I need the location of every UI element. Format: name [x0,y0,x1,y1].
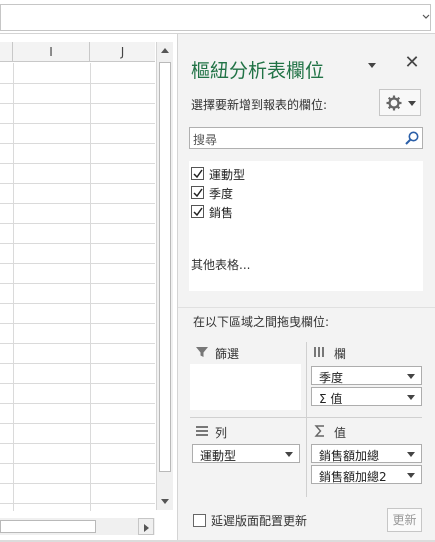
formula-input[interactable] [0,4,431,31]
field-checkbox[interactable] [191,167,204,180]
values-field-chip[interactable]: 銷售額加總 [311,444,422,463]
search-icon[interactable] [404,130,420,146]
grid-line [0,463,155,464]
area-separator [306,342,307,497]
rows-field-chip[interactable]: 運動型 [192,444,300,463]
chip-label: 銷售額加總 [319,449,380,463]
column-header-i[interactable]: I [13,42,90,62]
area-separator [190,417,422,418]
scroll-right-button[interactable] [138,518,154,535]
field-label: 銷售 [209,206,234,220]
field-label: 季度 [209,187,234,201]
defer-update-checkbox[interactable] [193,514,206,527]
search-placeholder: 搜尋 [193,133,218,147]
grid-line [0,223,155,224]
chip-label: 銷售額加總2 [319,470,387,484]
gear-icon [386,95,402,111]
pane-title: 樞紐分析表欄位 [191,60,325,82]
chevron-down-icon [407,452,415,457]
grid-line [0,143,155,144]
columns-field-chip[interactable]: 季度 [311,366,422,385]
grid-line [0,403,155,404]
defer-update-label: 延遲版面配置更新 [211,514,308,528]
rows-icon [196,426,208,436]
more-tables-link[interactable]: 其他表格... [191,256,250,273]
sigma-icon [314,425,324,437]
cell-grid[interactable] [0,63,155,511]
grid-line [0,483,155,484]
choose-fields-label: 選擇要新增到報表的欄位: [191,98,328,112]
grid-line [0,283,155,284]
grid-line [0,383,155,384]
filters-drop-area[interactable] [190,364,301,410]
formula-bar [0,0,435,34]
grid-line [0,323,155,324]
field-settings-button[interactable] [379,89,421,116]
filters-area-title: 篩選 [215,347,240,361]
grid-line [0,263,155,264]
chevron-down-icon[interactable] [422,12,430,22]
rows-area-title: 列 [215,426,228,440]
close-icon[interactable]: ✕ [404,54,420,72]
chevron-down-icon [407,374,415,379]
field-checkbox[interactable] [191,205,204,218]
scroll-up-button[interactable] [157,42,173,59]
column-header: I J [0,42,155,62]
column-header-cell[interactable] [0,42,13,62]
grid-line [0,303,155,304]
grid-line [0,203,155,204]
update-button[interactable]: 更新 [387,508,422,532]
grid-line [0,103,155,104]
field-item[interactable]: 季度 [189,185,389,203]
chevron-down-icon [407,473,415,478]
values-field-chip[interactable]: 銷售額加總2 [311,465,422,484]
columns-icon [314,347,324,357]
values-area-title: 值 [334,426,347,440]
chip-label: Σ 值 [319,392,343,406]
grid-line [0,343,155,344]
grid-line [0,183,155,184]
grid-line [0,83,155,84]
field-checkbox[interactable] [191,186,204,199]
field-item[interactable]: 運動型 [189,166,389,184]
grid-line [0,243,155,244]
grid-line [0,123,155,124]
scroll-down-button[interactable] [157,493,173,510]
chip-label: 運動型 [200,449,237,463]
pivot-fields-pane: 樞紐分析表欄位 ✕ 選擇要新增到報表的欄位: 搜尋 運動型 季度 銷售 其他表格… [177,34,435,542]
field-search-input[interactable]: 搜尋 [189,127,423,149]
scrollbar-thumb[interactable] [159,62,171,472]
field-list: 運動型 季度 銷售 其他表格... [189,161,423,291]
pane-divider [178,307,435,308]
columns-area-title: 欄 [334,347,347,361]
vertical-scrollbar[interactable] [156,42,173,510]
drag-fields-label: 在以下區域之間拖曳欄位: [193,315,330,329]
grid-line [0,423,155,424]
field-item[interactable]: 銷售 [189,204,389,222]
worksheet: I J [0,34,175,542]
chip-label: 季度 [319,371,344,385]
chevron-down-icon [407,395,415,400]
filter-icon [196,347,208,357]
grid-line [0,443,155,444]
pane-menu-icon[interactable] [366,60,378,70]
field-label: 運動型 [209,168,246,182]
scrollbar-thumb-horizontal[interactable] [0,520,96,533]
chevron-down-icon [285,452,293,457]
column-header-j[interactable]: J [90,42,155,62]
grid-line [0,503,155,504]
grid-line [0,363,155,364]
horizontal-scrollbar[interactable] [0,518,155,535]
columns-values-chip[interactable]: Σ 值 [311,387,422,406]
grid-line [0,163,155,164]
chevron-down-icon [408,101,416,106]
